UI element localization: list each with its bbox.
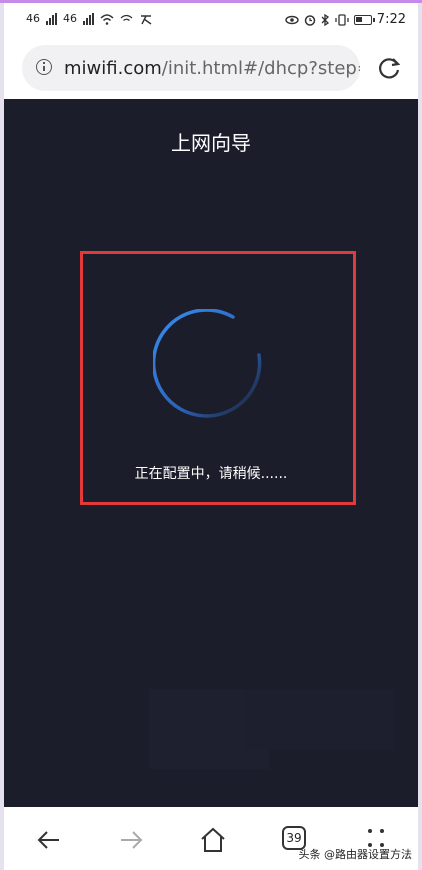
browser-address-bar: miwifi.com/init.html#/dhcp?step=2 [4,37,418,99]
web-content: 上网向导 正在配置中，请稍候...... [4,99,418,807]
status-right: 7:22 [285,12,406,27]
url-text[interactable]: miwifi.com/init.html#/dhcp?step=2 [64,58,360,79]
url-field[interactable]: miwifi.com/init.html#/dhcp?step=2 [22,45,360,91]
forward-arrow-icon[interactable] [116,825,146,855]
page-title: 上网向导 [171,131,251,155]
status-bar: 46 46 7:22 [4,3,418,37]
wifi-icon [100,13,114,25]
url-path: /init.html#/dhcp?step=2 [161,58,360,79]
back-arrow-icon[interactable] [34,825,64,855]
battery-icon [353,14,375,25]
wifi-icon-2 [120,14,133,21]
vibrate-icon [335,13,349,26]
clock: 7:22 [376,12,406,27]
signal-icon [46,12,57,25]
signal-label-1: 46 [26,12,40,25]
home-icon[interactable] [198,825,228,855]
loading-spinner [153,309,262,418]
signal-icon-2 [83,12,94,25]
info-icon[interactable] [36,59,52,75]
background-shape-2 [244,689,394,749]
bluetooth-icon [321,13,329,26]
eye-icon [285,15,299,24]
alarm-icon [304,14,316,26]
reload-icon[interactable] [376,55,402,81]
watermark: 头条 @路由器设置方法 [298,848,413,861]
browser-nav-bar: 39 头条 @路由器设置方法 [4,807,418,870]
ime-icon [141,14,152,25]
status-left: 46 46 [26,12,153,25]
url-domain: miwifi.com [64,58,162,79]
loading-text: 正在配置中，请稍候...... [134,466,288,482]
signal-label-2: 46 [63,12,77,25]
